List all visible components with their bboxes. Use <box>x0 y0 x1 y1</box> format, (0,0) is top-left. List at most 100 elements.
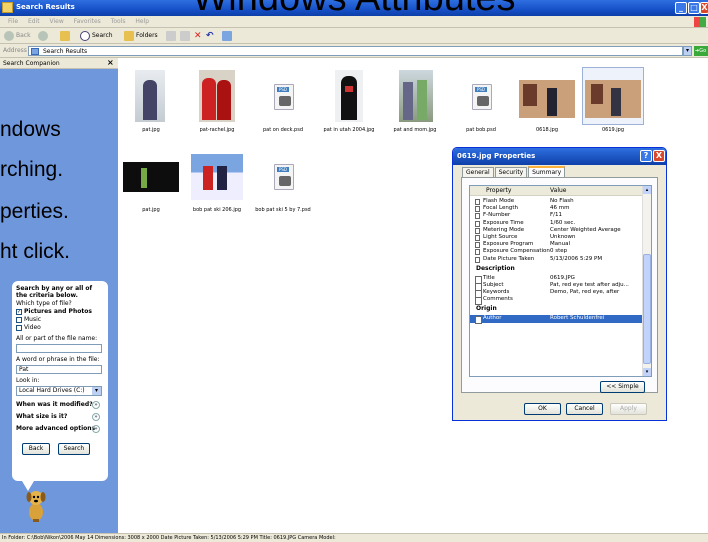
copy-to-button[interactable] <box>180 30 192 42</box>
property-row[interactable]: Metering Mode Center Weighted Average <box>470 227 651 234</box>
slide-line-4: ht click. <box>0 240 71 263</box>
file-item[interactable]: PSD pat bob.psd <box>448 68 514 134</box>
help-button[interactable]: ? <box>640 150 652 162</box>
property-name: Light Source <box>483 233 518 240</box>
companion-search-button[interactable]: Search <box>57 443 90 455</box>
folders-icon <box>124 30 134 41</box>
property-grid[interactable]: Property Value Flash Mode No Flash Focal L… <box>469 185 652 377</box>
file-item[interactable]: 0619.jpg <box>580 67 646 134</box>
address-dropdown-button[interactable]: ▾ <box>683 46 692 56</box>
column-property[interactable]: Property <box>486 187 511 194</box>
companion-close-button[interactable]: × <box>107 58 114 67</box>
property-icon <box>475 227 480 234</box>
property-name: Exposure Compensation <box>483 248 550 255</box>
property-row[interactable]: Focal Length 46 mm <box>470 205 651 213</box>
property-name: Focal Length <box>483 205 518 212</box>
dialog-titlebar[interactable]: 0619.jpg Properties ? X <box>453 148 666 165</box>
photo-thumbnail <box>121 68 181 124</box>
lookin-select[interactable]: Local Hard Drives (C:) ▾ <box>16 386 102 396</box>
slide-title: Windows Attributes <box>0 0 708 20</box>
property-name: Exposure Program <box>483 241 534 248</box>
property-value: 0 step <box>550 248 568 255</box>
column-value[interactable]: Value <box>550 187 566 194</box>
property-icon <box>475 234 480 241</box>
dialog-close-button[interactable]: X <box>653 150 665 162</box>
modified-expander[interactable]: When was it modified?» <box>16 399 104 411</box>
file-item[interactable]: pat-rachel.jpg <box>184 68 250 134</box>
property-row[interactable]: Author Robert Schuldenfrei <box>470 315 651 325</box>
property-row[interactable]: Exposure Time 1/60 sec. <box>470 220 651 227</box>
property-row[interactable]: Date Picture Taken 5/13/2006 5:29 PM <box>470 256 651 263</box>
property-row[interactable]: Flash Mode No Flash <box>470 198 651 205</box>
scroll-thumb[interactable] <box>643 254 651 364</box>
checkbox-music[interactable]: Music <box>16 316 104 324</box>
address-field[interactable]: Search Results <box>28 46 683 56</box>
properties-dialog: 0619.jpg Properties ? X General Security… <box>452 147 667 421</box>
property-row[interactable]: Title 0619.JPG <box>470 275 651 284</box>
tab-security[interactable]: Security <box>494 167 528 177</box>
search-button[interactable]: Search <box>80 30 113 42</box>
delete-button[interactable]: ✕ <box>194 30 202 42</box>
expand-chevron-icon: » <box>92 425 100 433</box>
property-icon <box>475 213 480 220</box>
companion-header: Search Companion × <box>0 58 118 69</box>
property-row[interactable]: Exposure Program Manual <box>470 241 651 249</box>
psd-file-thumbnail: PSD <box>253 148 313 204</box>
property-row[interactable]: Subject Pat, red eye test after adju... <box>470 282 651 291</box>
copy-to-icon <box>180 30 190 41</box>
checkbox-video[interactable]: Video <box>16 324 104 332</box>
companion-back-button[interactable]: Back <box>22 443 50 455</box>
editable-property-icon <box>475 316 482 325</box>
property-row[interactable]: F-Number F/11 <box>470 212 651 220</box>
file-item[interactable]: PSD bob pat ski 5 by 7.psd <box>250 148 316 214</box>
editable-property-icon <box>475 290 482 299</box>
photoshop-file-icon: PSD <box>274 164 294 190</box>
forward-button[interactable] <box>38 30 50 42</box>
search-criteria-panel: Search by any or all of the criteria bel… <box>12 281 108 481</box>
property-row[interactable]: Comments <box>470 296 651 306</box>
property-name: Metering Mode <box>483 226 525 233</box>
file-item[interactable]: pat.jpg <box>118 148 184 214</box>
back-button[interactable]: Back <box>4 30 31 42</box>
folders-button[interactable]: Folders <box>124 30 158 42</box>
undo-button[interactable]: ↶ <box>206 30 214 42</box>
checkbox-pictures[interactable]: ✓ Pictures and Photos <box>16 308 104 316</box>
up-folder-button[interactable] <box>60 30 72 42</box>
grid-scrollbar[interactable]: ▴ ▾ <box>642 186 651 376</box>
apply-button[interactable]: Apply <box>610 403 647 415</box>
undo-icon: ↶ <box>206 31 214 41</box>
scroll-up-icon[interactable]: ▴ <box>643 186 651 194</box>
ok-button[interactable]: OK <box>524 403 561 415</box>
size-expander[interactable]: What size is it?» <box>16 411 104 423</box>
description-rows: Title 0619.JPG Subject Pat, red eye test af… <box>470 275 651 306</box>
summary-panel: Property Value Flash Mode No Flash Focal L… <box>461 177 658 393</box>
filename-input[interactable] <box>16 344 102 353</box>
search-icon <box>80 30 90 41</box>
phrase-input[interactable]: Pat <box>16 365 102 374</box>
move-to-button[interactable] <box>166 30 178 42</box>
photo-thumbnail <box>187 68 247 124</box>
go-button[interactable]: ➔Go <box>694 46 708 56</box>
section-description: Description <box>476 264 515 272</box>
search-dog-icon[interactable] <box>24 488 48 522</box>
file-item[interactable]: PSD pat on deck.psd <box>250 68 316 134</box>
property-value: Manual <box>550 241 570 248</box>
file-item[interactable]: pat and mom.jpg <box>382 68 448 134</box>
property-row[interactable]: Light Source Unknown <box>470 234 651 241</box>
file-item[interactable]: pat in utah 2004.jpg <box>316 68 382 134</box>
property-row[interactable]: Exposure Compensation 0 step <box>470 248 651 256</box>
file-item[interactable]: pat.jpg <box>118 68 184 134</box>
views-button[interactable] <box>222 30 234 42</box>
property-value: Unknown <box>550 233 576 240</box>
tab-general[interactable]: General <box>462 167 494 177</box>
advanced-expander[interactable]: More advanced options» <box>16 423 104 435</box>
property-row[interactable]: Keywords Demo, Pat, red eye, after <box>470 289 651 299</box>
cancel-button[interactable]: Cancel <box>566 403 603 415</box>
property-icon <box>475 256 480 263</box>
move-to-icon <box>166 30 176 41</box>
simple-button[interactable]: << Simple <box>600 381 645 393</box>
property-value: F/11 <box>550 212 563 219</box>
file-item[interactable]: 0618.jpg <box>514 68 580 134</box>
file-item[interactable]: bob pat ski 206.jpg <box>184 148 250 214</box>
scroll-down-icon[interactable]: ▾ <box>643 368 651 376</box>
